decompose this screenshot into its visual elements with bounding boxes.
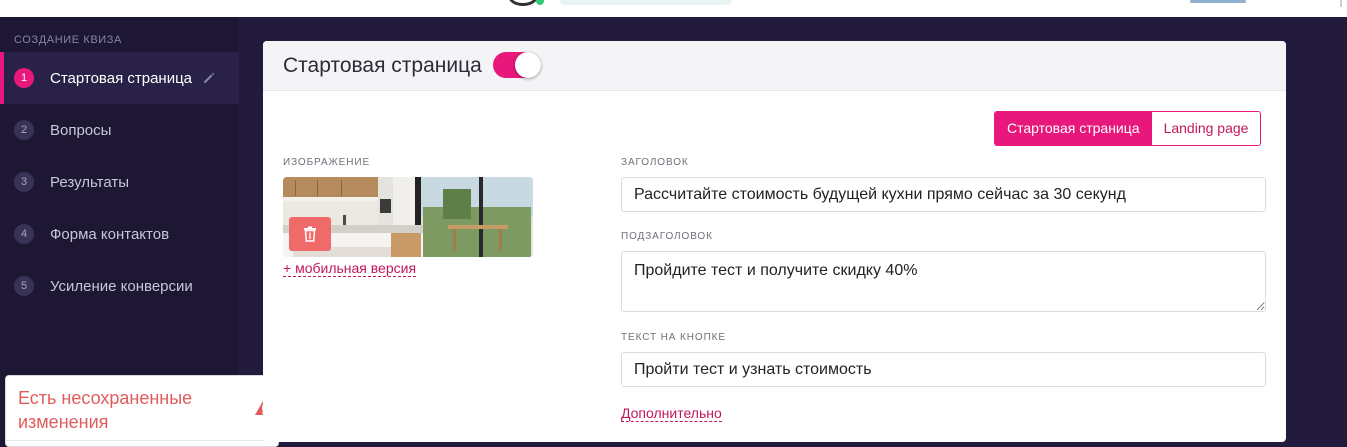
- sidebar-item-label: Вопросы: [50, 121, 112, 139]
- sidebar-item-conversion-boost[interactable]: 5 Усиление конверсии: [0, 260, 239, 312]
- sidebar-heading: СОЗДАНИЕ КВИЗА: [14, 34, 122, 46]
- sidebar-item-questions[interactable]: 2 Вопросы: [0, 104, 239, 156]
- additional-settings-link[interactable]: Дополнительно: [621, 405, 722, 422]
- card-header: Стартовая страница: [263, 41, 1286, 91]
- subheading-label: ПОДЗАГОЛОВОК: [621, 231, 713, 242]
- start-page-toggle[interactable]: [493, 52, 541, 78]
- mobile-version-link[interactable]: + мобильная версия: [283, 260, 417, 277]
- step-number: 2: [14, 120, 34, 140]
- top-link-underline[interactable]: [1190, 0, 1246, 3]
- top-bar: [0, 0, 1347, 17]
- toast-divider: [6, 440, 278, 441]
- toggle-knob: [515, 52, 541, 78]
- sidebar-item-start-page[interactable]: 1 Стартовая страница: [0, 52, 239, 104]
- button-text-input[interactable]: [621, 352, 1266, 387]
- sidebar-item-label: Усиление конверсии: [50, 277, 193, 295]
- tab-landing-page[interactable]: Landing page: [1151, 112, 1261, 145]
- kitchen-image: [283, 177, 533, 257]
- sidebar-item-label: Стартовая страница: [50, 69, 193, 87]
- start-page-card: Стартовая страница Стартовая страница La…: [263, 41, 1286, 442]
- sidebar-item-contact-form[interactable]: 4 Форма контактов: [0, 208, 239, 260]
- step-number: 4: [14, 224, 34, 244]
- unsaved-changes-text: Есть несохраненные изменения: [18, 388, 193, 432]
- tab-start-page[interactable]: Стартовая страница: [995, 112, 1152, 145]
- page-type-switch: Стартовая страница Landing page: [994, 111, 1262, 146]
- sidebar-item-label: Форма контактов: [50, 225, 170, 243]
- step-number: 5: [14, 276, 34, 296]
- delete-image-button[interactable]: [289, 217, 331, 251]
- button-text-label: ТЕКСТ НА КНОПКЕ: [621, 332, 726, 343]
- subheading-textarea[interactable]: Пройдите тест и получите скидку 40%: [621, 251, 1266, 312]
- step-number: 3: [14, 172, 34, 192]
- trash-icon: [304, 226, 316, 242]
- pencil-icon[interactable]: [202, 71, 216, 85]
- sidebar-item-label: Результаты: [50, 173, 129, 191]
- image-label: ИЗОБРАЖЕНИЕ: [283, 157, 371, 168]
- top-search-pill[interactable]: [560, 0, 732, 5]
- online-status-dot: [536, 0, 544, 5]
- page-title: Стартовая страница: [283, 54, 482, 77]
- step-number: 1: [14, 68, 34, 88]
- top-divider: [1340, 0, 1342, 7]
- avatar[interactable]: [508, 0, 538, 6]
- sidebar-item-results[interactable]: 3 Результаты: [0, 156, 239, 208]
- heading-input[interactable]: [621, 177, 1266, 212]
- unsaved-changes-toast[interactable]: Есть несохраненные изменения: [5, 375, 279, 447]
- heading-label: ЗАГОЛОВОК: [621, 157, 689, 168]
